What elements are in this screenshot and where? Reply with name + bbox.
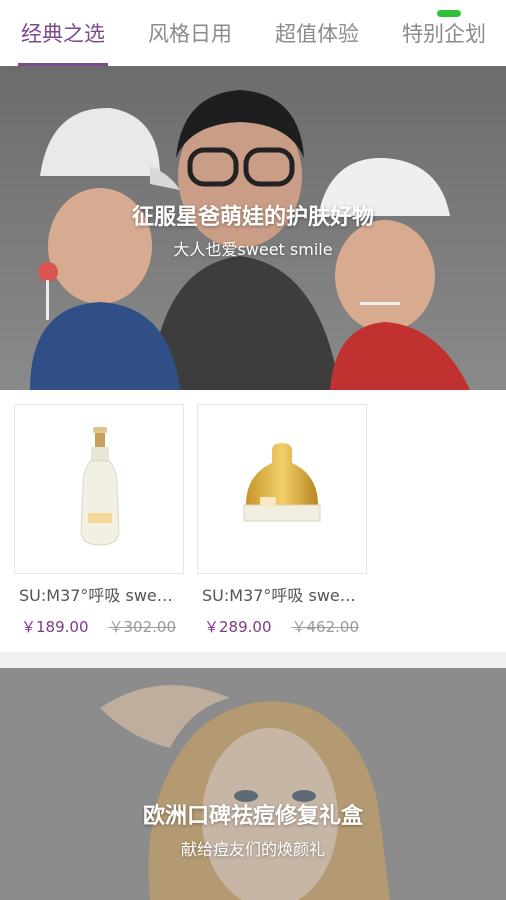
product-list: SU:M37°呼吸 sweet smile ￥189.00 ￥302.00 SU:… [0,390,506,652]
banner-subtitle: 献给痘友们的焕颜礼 [180,840,325,859]
product-name: SU:M37°呼吸 sweet smile [19,586,179,605]
banner-family-skincare[interactable]: 征服星爸萌娃的护肤好物 大人也爱sweet smile [0,66,506,390]
tab-special-feature[interactable]: 特别企划 [389,0,499,66]
category-tab-bar: 经典之选 风格日用 超值体验 特别企划 [0,0,506,66]
product-card[interactable]: SU:M37°呼吸 sweet smile ￥289.00 ￥462.00 [197,404,367,637]
cream-jar-image [243,443,321,522]
tab-style-daily[interactable]: 风格日用 [135,0,245,66]
current-price: ￥189.00 [21,618,89,636]
price-row: ￥289.00 ￥462.00 [197,616,367,637]
section-divider [0,652,506,668]
banner-subtitle: 大人也爱sweet smile [173,240,333,259]
product-image [14,404,184,574]
original-price: ￥302.00 [108,618,177,636]
current-price: ￥289.00 [204,618,272,636]
product-card[interactable]: SU:M37°呼吸 sweet smile ￥189.00 ￥302.00 [14,404,184,637]
banner-acne-gift-box[interactable]: 欧洲口碑祛痘修复礼盒 献给痘友们的焕颜礼 [0,668,506,900]
banner-title: 征服星爸萌娃的护肤好物 [131,205,374,230]
price-row: ￥189.00 ￥302.00 [14,616,184,637]
tab-value-experience[interactable]: 超值体验 [262,0,372,66]
banner-title: 欧洲口碑祛痘修复礼盒 [142,804,363,829]
product-name: SU:M37°呼吸 sweet smile [202,586,362,605]
banner-model-image [0,668,506,900]
lotion-bottle-image [80,427,120,546]
original-price: ￥462.00 [291,618,360,636]
product-image [197,404,367,574]
tab-classic-picks[interactable]: 经典之选 [10,0,116,66]
